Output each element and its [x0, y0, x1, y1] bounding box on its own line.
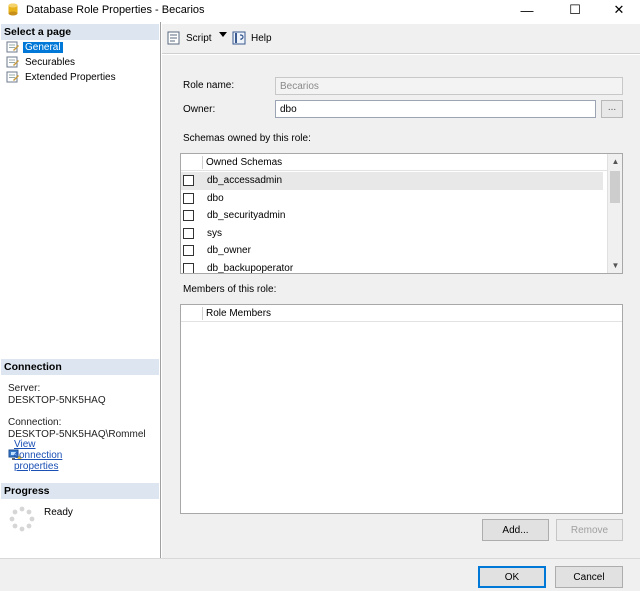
minimize-icon: — — [520, 2, 534, 18]
cancel-button[interactable]: Cancel — [555, 566, 623, 588]
owned-schemas-column-header: Owned Schemas — [206, 157, 283, 168]
page-wrench-icon — [6, 56, 19, 68]
schemas-grid-header: Owned Schemas — [181, 154, 607, 171]
left-panel: Select a page General Securables Extende… — [0, 22, 161, 558]
page-item-label: General — [23, 41, 63, 53]
schema-name: db_backupoperator — [207, 262, 294, 274]
remove-member-button[interactable]: Remove — [556, 519, 623, 541]
members-grid-header: Role Members — [181, 305, 622, 322]
schema-row[interactable]: db_backupoperator — [181, 260, 603, 274]
database-icon — [8, 3, 18, 16]
schema-checkbox[interactable] — [183, 192, 194, 204]
script-dropdown[interactable] — [219, 32, 227, 38]
ok-button[interactable]: OK — [478, 566, 546, 588]
schema-name: dbo — [207, 192, 224, 204]
scroll-up-icon[interactable]: ▲ — [608, 154, 622, 169]
close-icon: ✕ — [613, 2, 625, 17]
members-label: Members of this role: — [183, 284, 277, 295]
script-label: Script — [186, 32, 212, 44]
schema-name: db_securityadmin — [207, 210, 286, 221]
schema-row[interactable]: db_owner — [181, 242, 603, 260]
schema-row[interactable]: sys — [181, 225, 603, 243]
server-label: Server: — [8, 383, 41, 394]
help-button[interactable]: Help — [232, 31, 272, 45]
schema-checkbox[interactable] — [183, 210, 194, 221]
page-item-label: Securables — [25, 56, 76, 68]
progress-header: Progress — [1, 483, 159, 499]
script-icon — [167, 31, 180, 45]
minimize-button[interactable]: — — [504, 0, 550, 20]
browse-owner-button[interactable]: ... — [601, 100, 623, 118]
schemas-label: Schemas owned by this role: — [183, 133, 311, 144]
close-button[interactable]: ✕ — [596, 0, 640, 20]
scroll-down-icon[interactable]: ▼ — [608, 258, 622, 273]
schema-row[interactable]: dbo — [181, 190, 603, 208]
owner-label: Owner: — [183, 104, 216, 115]
general-page: Role name: Becarios Owner: dbo ... Schem… — [162, 55, 640, 558]
dialog-footer: OK Cancel — [0, 558, 640, 591]
progress-status: Ready — [44, 507, 73, 518]
progress-spinner-icon — [9, 506, 35, 532]
schema-row[interactable]: db_accessadmin — [181, 172, 603, 190]
maximize-button[interactable]: ☐ — [552, 0, 598, 20]
schema-name: db_accessadmin — [207, 175, 283, 186]
toolbar: Script Help — [162, 24, 640, 54]
owner-field[interactable]: dbo — [275, 100, 596, 118]
page-item-securables[interactable]: Securables — [6, 55, 77, 69]
view-connection-properties-label: View connection properties — [14, 438, 63, 472]
members-grid: Role Members — [180, 304, 623, 514]
help-label: Help — [251, 32, 272, 44]
page-item-extended-properties[interactable]: Extended Properties — [6, 70, 118, 84]
connection-label: Connection: — [8, 417, 62, 428]
role-name-label: Role name: — [183, 80, 235, 91]
schema-row[interactable]: db_securityadmin — [181, 207, 603, 225]
select-page-header: Select a page — [1, 24, 159, 40]
window-title: Database Role Properties - Becarios — [26, 4, 205, 16]
page-wrench-icon — [6, 71, 19, 83]
scroll-thumb[interactable] — [610, 171, 620, 203]
schema-name: sys — [207, 227, 222, 239]
schema-checkbox[interactable] — [183, 175, 194, 186]
view-connection-properties-link[interactable]: View connection properties — [8, 439, 62, 472]
connection-header: Connection — [1, 359, 159, 375]
help-icon — [232, 31, 246, 45]
maximize-icon: ☐ — [569, 2, 581, 17]
schema-checkbox[interactable] — [183, 245, 194, 256]
page-item-label: Extended Properties — [25, 71, 116, 83]
add-member-button[interactable]: Add... — [482, 519, 549, 541]
schemas-scrollbar[interactable]: ▲ ▼ — [607, 154, 622, 273]
schema-name: db_owner — [207, 245, 251, 256]
schema-checkbox[interactable] — [183, 262, 194, 273]
role-name-field[interactable]: Becarios — [275, 77, 623, 95]
script-button[interactable]: Script — [167, 31, 212, 45]
page-wrench-icon — [6, 41, 19, 53]
title-bar: Database Role Properties - Becarios — ☐ … — [0, 0, 640, 20]
schema-checkbox[interactable] — [183, 227, 194, 239]
page-item-general[interactable]: General — [6, 40, 63, 54]
schemas-grid: Owned Schemas db_accessadmin dbo db_secu… — [180, 153, 623, 274]
role-members-column-header: Role Members — [206, 308, 272, 319]
server-value: DESKTOP-5NK5HAQ — [8, 395, 106, 406]
chevron-down-icon — [219, 32, 227, 37]
